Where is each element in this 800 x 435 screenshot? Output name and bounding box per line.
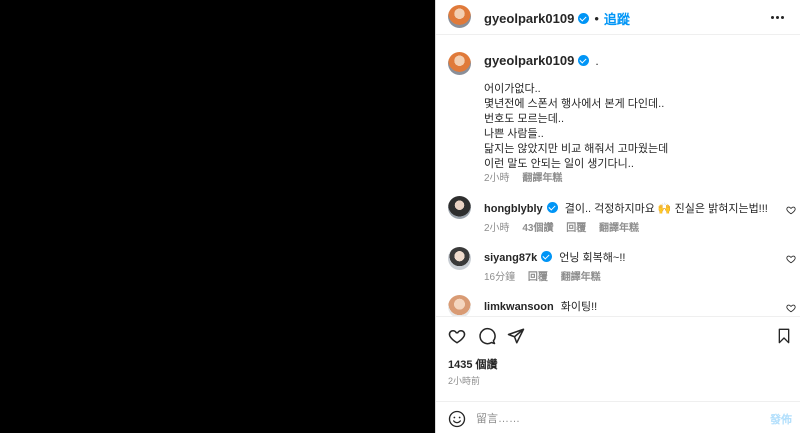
share-paper-plane-icon[interactable]	[507, 327, 525, 345]
verified-badge-icon	[546, 202, 558, 213]
more-options-icon[interactable]	[770, 9, 784, 25]
caption-username[interactable]: gyeolpark0109	[484, 53, 574, 68]
caption-line: 어이가없다..	[484, 83, 541, 95]
comment-like-heart-icon[interactable]	[786, 205, 796, 215]
follow-button[interactable]: 追蹤	[604, 9, 630, 28]
caption-user-line: gyeolpark0109 .	[484, 53, 599, 68]
comment-translate-button[interactable]: 翻譯年糕	[561, 272, 601, 283]
comment-avatar[interactable]	[448, 295, 471, 316]
caption-translate-button[interactable]: 翻譯年糕	[522, 173, 562, 184]
comment-text: 언닝 회복해~!!	[559, 252, 626, 264]
caption-avatar[interactable]	[448, 52, 471, 75]
posted-time: 2小時前	[448, 376, 481, 386]
comment-like-heart-icon[interactable]	[786, 254, 796, 264]
comment-time: 16分鐘	[484, 272, 516, 283]
comment-bubble-icon[interactable]	[478, 327, 496, 345]
comment-likes[interactable]: 43個讚	[522, 223, 553, 234]
comment-line: siyang87k 언닝 회복해~!!	[484, 249, 625, 265]
comment-text: 화이팅!!	[560, 301, 598, 313]
comments-scroll-area[interactable]: gyeolpark0109 . 어이가없다.. 몇년전에 스폰서 행사에서 본게…	[436, 35, 800, 316]
comment-line: hongblybly 결이.. 걱정하지마요 🙌 진실은 밝혀지는법!!!	[484, 200, 768, 216]
comment-username[interactable]: limkwansoon	[484, 301, 554, 313]
comment-text: 결이.. 걱정하지마요 🙌 진실은 밝혀지는법!!!	[564, 203, 768, 215]
post-media[interactable]	[0, 0, 435, 433]
post-panel: gyeolpark0109 • 追蹤 gyeolpark0109 . 어이가없다…	[435, 0, 800, 433]
caption-text: 어이가없다.. 몇년전에 스폰서 행사에서 본게 다인데.. 번호도 모르는데.…	[484, 82, 668, 172]
comment-translate-button[interactable]: 翻譯年糕	[599, 223, 639, 234]
save-bookmark-icon[interactable]	[776, 327, 792, 345]
comment-meta: 16分鐘 回覆 翻譯年糕	[484, 268, 611, 283]
comment-time: 2小時	[484, 223, 510, 234]
post-comment-button[interactable]: 發佈	[770, 411, 792, 427]
verified-badge-icon	[541, 251, 553, 262]
caption-suffix: .	[595, 53, 599, 68]
comment-meta: 2小時 43個讚 回覆 翻譯年糕	[484, 219, 649, 234]
caption-time: 2小時	[484, 173, 510, 184]
comment-line: limkwansoon 화이팅!!	[484, 298, 597, 314]
comment-like-heart-icon[interactable]	[786, 303, 796, 313]
caption-line: 나쁜 사람들..	[484, 128, 544, 140]
comment-username[interactable]: siyang87k	[484, 252, 537, 264]
comment-avatar[interactable]	[448, 247, 471, 270]
verified-badge-icon	[578, 13, 590, 24]
comment-username[interactable]: hongblybly	[484, 203, 543, 215]
comment-input[interactable]	[476, 410, 746, 428]
author-avatar[interactable]	[448, 5, 471, 28]
comment-reply-button[interactable]: 回覆	[566, 223, 586, 234]
comment-avatar[interactable]	[448, 196, 471, 219]
emoji-icon[interactable]	[448, 410, 466, 428]
caption-meta: 2小時 翻譯年糕	[484, 169, 572, 184]
post-header: gyeolpark0109 • 追蹤	[436, 0, 800, 35]
author-username[interactable]: gyeolpark0109	[484, 11, 574, 26]
likes-count[interactable]: 1435 個讚	[448, 356, 498, 372]
caption-line: 번호도 모르는데..	[484, 113, 565, 125]
verified-badge-icon	[578, 55, 590, 66]
post-actions: 1435 個讚 2小時前 發佈	[436, 316, 800, 434]
comment-reply-button[interactable]: 回覆	[528, 272, 548, 283]
add-comment-bar: 發佈	[436, 401, 800, 435]
caption-line: 몇년전에 스폰서 행사에서 본게 다인데..	[484, 98, 665, 110]
like-heart-icon[interactable]	[448, 327, 466, 345]
caption-line: 닮지는 않았지만 비교 해줘서 고마웠는데	[484, 143, 669, 155]
separator-dot: •	[594, 11, 599, 26]
header-user-line: gyeolpark0109 • 追蹤	[484, 9, 630, 28]
